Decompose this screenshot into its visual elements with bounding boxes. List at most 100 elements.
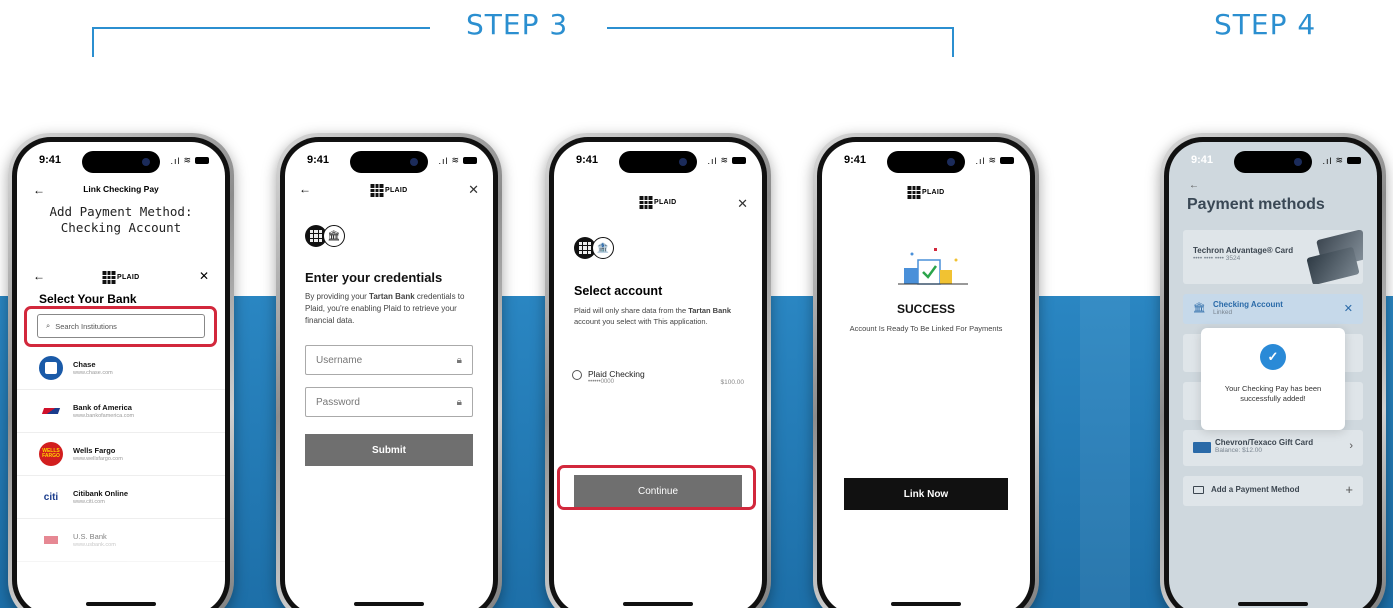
close-icon[interactable]: ✕	[737, 196, 748, 212]
card-chevron-gift[interactable]: Chevron/Texaco Gift Card Balance: $12.00…	[1183, 430, 1363, 466]
citi-logo-icon: citi	[39, 485, 63, 509]
bank-name: Wells Fargo	[73, 446, 116, 455]
status-time: 9:41	[844, 154, 867, 166]
wifi-icon: ≋	[1335, 155, 1344, 165]
card-status: Linked	[1213, 309, 1233, 316]
signal-icon: .ıl	[438, 155, 449, 166]
card-name: Checking Account	[1213, 300, 1283, 309]
status-icons: .ıl ≋	[975, 155, 1014, 166]
bank-building-icon: 🏦	[592, 237, 614, 259]
phone-payment-methods: 9:41 .ıl ≋ ← Payment methods Techron Adva…	[1160, 133, 1386, 608]
username-field[interactable]: Username 🔒︎	[305, 345, 473, 375]
step3-label: STEP 3	[466, 8, 569, 41]
home-indicator	[891, 602, 961, 606]
signal-icon: .ıl	[1322, 155, 1333, 166]
card-name: Chevron/Texaco Gift Card	[1215, 438, 1314, 447]
bank-item-citibank[interactable]: citi Citibank Online www.citi.com	[17, 476, 225, 519]
select-account-heading: Select account	[574, 284, 663, 298]
status-icons: .ıl ≋	[1322, 155, 1361, 166]
close-icon[interactable]: ✕	[468, 182, 479, 198]
back-arrow-icon[interactable]: ←	[1189, 180, 1199, 191]
card-outline-icon	[1193, 486, 1204, 494]
us-bank-logo-icon	[39, 528, 63, 552]
phone-success: 9:41 .ıl ≋ PLAID SUCCESS Account Is Ready…	[813, 133, 1039, 608]
plus-icon: +	[1345, 482, 1353, 497]
search-highlight	[24, 306, 217, 347]
wells-fargo-logo-icon: WELLS FARGO	[39, 442, 63, 466]
home-indicator	[1238, 602, 1308, 606]
bank-item-us-bank[interactable]: U.S. Bank www.usbank.com	[17, 519, 225, 562]
plaid-header: ← PLAID ✕	[285, 182, 493, 202]
status-time: 9:41	[576, 154, 599, 166]
add-payment-method[interactable]: Add a Payment Method +	[1183, 476, 1363, 506]
status-icons: .ıl ≋	[438, 155, 477, 166]
wifi-icon: ≋	[183, 155, 192, 165]
submit-button[interactable]: Submit	[305, 434, 473, 466]
phone-select-account: 9:41 .ıl ≋ PLAID ✕ 🏦 Select account Plaid…	[545, 133, 771, 608]
select-bank-title: Select Your Bank	[39, 292, 137, 306]
status-time: 9:41	[39, 154, 62, 166]
wifi-icon: ≋	[451, 155, 460, 165]
bank-url: www.citi.com	[73, 499, 105, 505]
close-icon[interactable]: ✕	[1344, 302, 1353, 315]
home-indicator	[623, 602, 693, 606]
status-time: 9:41	[1191, 154, 1214, 166]
wifi-icon: ≋	[988, 155, 997, 165]
success-message: Account Is Ready To Be Linked For Paymen…	[849, 324, 1003, 333]
step3-bracket-right-tick	[952, 27, 954, 57]
success-illustration-icon	[898, 248, 968, 285]
account-number: ••••••0000	[588, 379, 614, 385]
close-icon[interactable]: ✕	[199, 269, 209, 283]
bofa-logo-icon	[39, 399, 63, 423]
password-field[interactable]: Password 🔒︎	[305, 387, 473, 417]
gift-card-icon	[1193, 442, 1211, 453]
battery-icon	[1000, 157, 1014, 164]
bank-item-chase[interactable]: Chase www.chase.com	[17, 347, 225, 390]
link-now-button[interactable]: Link Now	[844, 478, 1008, 510]
card-techron[interactable]: Techron Advantage® Card •••• •••• •••• 3…	[1183, 230, 1363, 284]
card-checking-account[interactable]: 🏛 Checking Account Linked ✕	[1183, 294, 1363, 324]
chase-logo-icon	[39, 356, 63, 380]
account-balance: $100.00	[720, 379, 745, 386]
dynamic-island	[887, 151, 965, 173]
bank-name: Bank of America	[73, 403, 132, 412]
tutorial-stage: STEP 3 STEP 4 9:41 .ıl ≋ ← Link Checking …	[0, 0, 1393, 608]
dynamic-island	[82, 151, 160, 173]
select-account-description: Plaid will only share data from the Tart…	[574, 306, 732, 326]
status-icons: .ıl ≋	[707, 155, 746, 166]
lock-icon: 🔒︎	[456, 354, 462, 366]
plaid-logo: PLAID	[370, 184, 408, 197]
bank-item-wells-fargo[interactable]: WELLS FARGO Wells Fargo www.wellsfargo.co…	[17, 433, 225, 476]
step3-bracket-right	[607, 27, 954, 29]
account-option[interactable]: Plaid Checking ••••••0000 $100.00	[572, 369, 744, 399]
home-indicator	[86, 602, 156, 606]
bank-url: www.chase.com	[73, 370, 113, 376]
bank-name: U.S. Bank	[73, 532, 107, 541]
battery-icon	[463, 157, 477, 164]
battery-icon	[1347, 157, 1361, 164]
battery-icon	[732, 157, 746, 164]
back-arrow-icon[interactable]: ←	[33, 269, 45, 283]
bank-item-bank-of-america[interactable]: Bank of America www.bankofamerica.com	[17, 390, 225, 433]
card-balance: Balance: $12.00	[1215, 447, 1262, 454]
bank-building-icon: 🏛	[1193, 303, 1206, 314]
phone-select-bank: 9:41 .ıl ≋ ← Link Checking Pay Add Paymen…	[8, 133, 234, 608]
signal-icon: .ıl	[707, 155, 718, 166]
continue-highlight	[557, 465, 756, 510]
phone-credentials: 9:41 .ıl ≋ ← PLAID ✕ 🏛 Enter your credent…	[276, 133, 502, 608]
signal-icon: .ıl	[975, 155, 986, 166]
status-time: 9:41	[307, 154, 330, 166]
radio-button[interactable]	[572, 370, 582, 380]
page-heading: Add Payment Method: Checking Account	[49, 204, 193, 235]
step4-label: STEP 4	[1214, 8, 1317, 41]
back-arrow-icon[interactable]: ←	[299, 182, 311, 196]
toast-message: Your Checking Pay has been successfully …	[1224, 384, 1322, 403]
plaid-bank-badges: 🏦	[574, 237, 614, 259]
step3-bracket-left-tick	[92, 27, 94, 57]
bank-url: www.wellsfargo.com	[73, 456, 123, 462]
page-title: Payment methods	[1187, 196, 1325, 213]
battery-icon	[195, 157, 209, 164]
bank-name: Chase	[73, 360, 96, 369]
success-toast: ✓ Your Checking Pay has been successfull…	[1201, 328, 1345, 430]
credentials-heading: Enter your credentials	[305, 270, 443, 285]
